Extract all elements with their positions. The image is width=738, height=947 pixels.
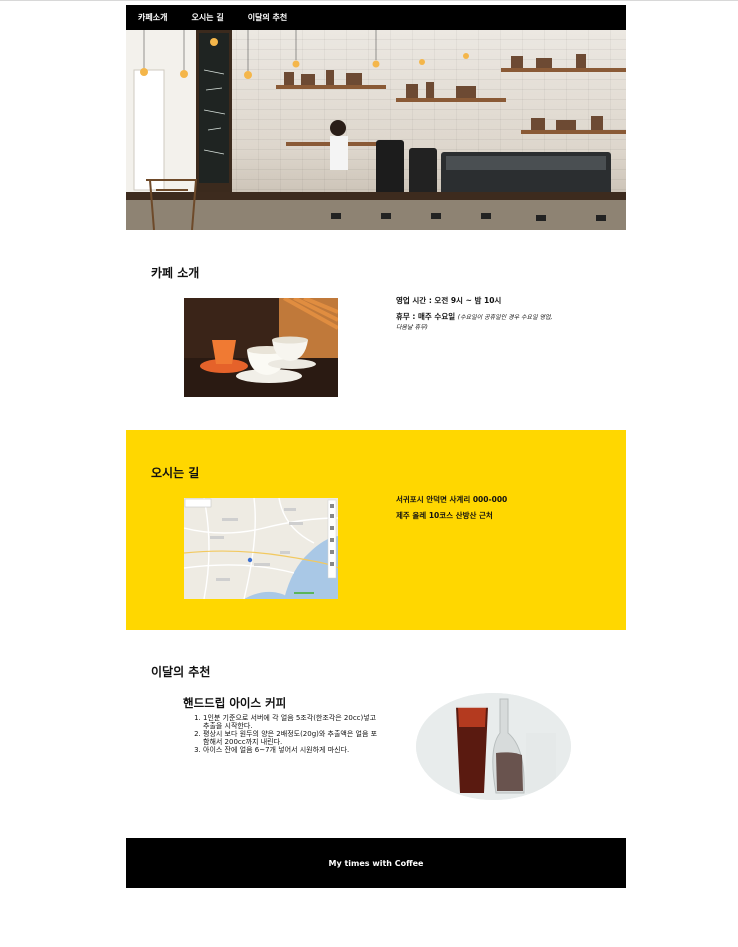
section-title: 이달의 추천 <box>151 665 211 679</box>
page-container: 카페소개 오시는 길 이달의 추천 카페 소개 영업 시간: 오전 9시 ~ … <box>126 5 626 888</box>
address: 서귀포시 안덕면 사계리 000-000 <box>396 495 508 504</box>
landmark: 제주 올레 10코스 산방산 근처 <box>396 511 493 520</box>
list-item: 아이스 잔에 얼음 6~7개 넣어서 시원하게 마신다. <box>203 746 383 754</box>
nav-item-monthly-pick[interactable]: 이달의 추천 <box>248 12 288 23</box>
footer-text: My times with Coffee <box>328 858 424 868</box>
recipe-steps: 1인분 기준으로 서버에 각 얼음 5조각(한조각은 20cc)넣고 추출을 시… <box>183 714 383 754</box>
menu-title: 핸드드립 아이스 커피 <box>183 696 287 710</box>
hero-cafe-image <box>126 30 626 230</box>
list-item: 평상시 보다 원두의 양은 2배정도(20g)와 추출액은 얼음 포함해서 20… <box>203 730 383 746</box>
section-title: 오시는 길 <box>151 466 200 480</box>
list-item: 1인분 기준으로 서버에 각 얼음 5조각(한조각은 20cc)넣고 추출을 시… <box>203 714 383 730</box>
top-nav: 카페소개 오시는 길 이달의 추천 <box>126 5 626 30</box>
closed-day: 휴무 : 매주 수요일 <box>396 312 456 321</box>
closed-note: (수요일이 공휴일인 경우 수요일 영업, <box>457 314 553 321</box>
iced-coffee-photo <box>416 693 571 800</box>
section-directions: 오시는 길 서귀포시 안덕면 사계리 000-000 제주 올레 10코스 산방… <box>126 430 626 630</box>
top-border <box>0 0 738 1</box>
footer: My times with Coffee <box>126 838 626 888</box>
business-hours: 영업 시간 : 오전 9시 ~ 밤 10시 <box>396 296 502 305</box>
section-cafe-intro: 카페 소개 영업 시간 : 오전 9시 ~ 밤 10시 휴무 : 매주 수요일 <box>126 230 626 430</box>
nav-item-directions[interactable]: 오시는 길 <box>191 12 223 23</box>
section-monthly-pick: 이달의 추천 핸드드립 아이스 커피 1인분 기준으로 서버에 각 얼음 5조각… <box>126 630 626 838</box>
nav-item-cafe-intro[interactable]: 카페소개 <box>138 12 167 23</box>
coffee-cups-photo <box>184 298 338 397</box>
location-info: 서귀포시 안덕면 사계리 000-000 제주 올레 10코스 산방산 근처 <box>396 494 507 521</box>
section-title: 카페 소개 <box>151 266 200 280</box>
business-info: 영업 시간 : 오전 9시 ~ 밤 10시 휴무 : 매주 수요일 (수요일이 … <box>396 295 552 332</box>
closed-note-continued: 다음날 휴무) <box>396 324 428 331</box>
location-map[interactable] <box>184 498 338 599</box>
